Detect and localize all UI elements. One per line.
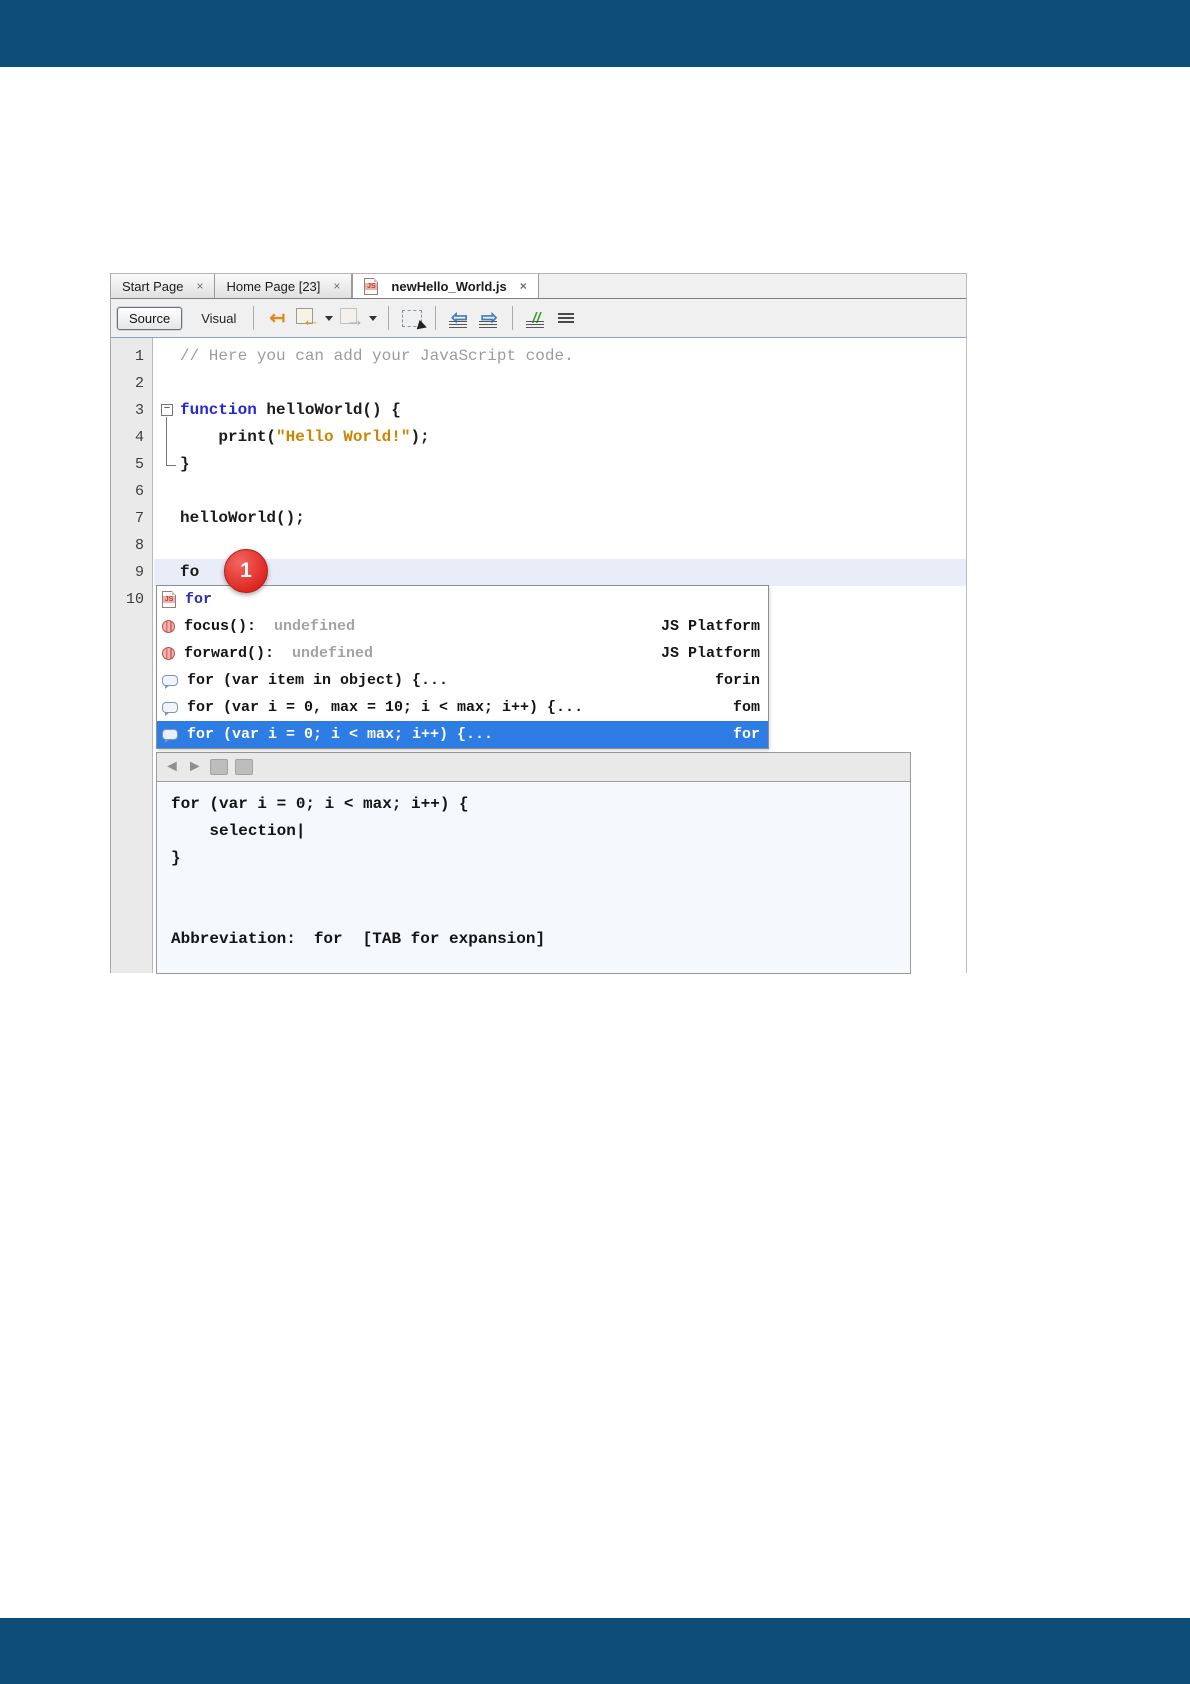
completion-origin: JS Platform [660,645,760,662]
doc-forward-icon[interactable]: ► [187,759,203,775]
fold-collapse-icon[interactable]: − [161,404,173,416]
page-top-banner [0,0,1190,67]
shift-line-left-icon[interactable]: ⇦ [445,305,473,331]
doc-goto-source-icon[interactable] [209,759,228,775]
code-line-7: helloWorld(); [180,509,305,527]
doc-panel-body: for (var i = 0; i < max; i++) { selectio… [157,782,910,953]
completion-item-forward[interactable]: forward(): undefined JS Platform [157,640,768,667]
toolbar-separator [435,306,437,330]
code-line-1: // Here you can add your JavaScript code… [180,347,574,365]
completion-abbrev: fom [732,699,760,716]
ide-editor-window: Start Page × Home Page [23] × newHello_W… [110,273,967,974]
completion-doc-panel: ◄ ► for (var i = 0; i < max; i++) { sele… [156,752,911,974]
code-template-icon [162,675,178,689]
global-variable-icon [162,620,175,633]
doc-code-line-2: selection| [209,822,306,840]
line-number-gutter[interactable]: 1 2 3 4 5 6 7 8 9 10 [111,338,153,973]
completion-item-forin-template[interactable]: for (var item in object) {... forin [157,667,768,694]
tab-home-page-label: Home Page [23] [226,278,321,294]
close-icon[interactable]: × [333,280,340,292]
step-annotation-badge: 1 [224,549,268,593]
navigate-forward-icon[interactable]: → [337,305,365,331]
line-number: 10 [125,591,144,608]
shift-line-right-icon[interactable]: ⇨ [475,305,503,331]
code-completion-popup: for focus():undefined JS Platform forwar… [156,585,769,749]
close-icon[interactable]: × [520,280,527,292]
doc-code-line-1: for (var i = 0; i < max; i++) { [171,795,469,813]
doc-panel-toolbar: ◄ ► [157,753,910,782]
code-line-5: } [180,455,190,473]
doc-external-browser-icon[interactable] [234,759,253,775]
uncomment-icon[interactable] [552,305,580,331]
global-variable-icon [162,647,175,660]
code-line-4: print("Hello World!"); [180,428,430,446]
js-file-icon [364,277,379,295]
code-line-3: function helloWorld() { [180,401,401,419]
doc-back-icon[interactable]: ◄ [164,759,180,775]
tab-newhello-world-js-label: newHello_World.js [391,278,507,294]
line-number: 5 [134,456,144,473]
line-number: 3 [134,402,144,419]
code-line-9-current: fo [154,559,966,586]
source-view-button[interactable]: Source [117,306,183,330]
toolbar-separator [388,306,390,330]
line-number: 9 [134,564,144,581]
doc-abbreviation-line: Abbreviation: for [TAB for expansion] [171,930,546,948]
code-template-icon [162,729,178,743]
tab-newhello-world-js[interactable]: newHello_World.js × [352,274,539,298]
fold-guide-line [166,417,176,466]
completion-item-fom-template[interactable]: for (var i = 0, max = 10; i < max; i++) … [157,694,768,721]
js-file-icon [162,591,176,608]
line-number: 4 [134,429,144,446]
completion-abbrev: for [732,726,760,743]
editor-toolbar: Source Visual ↤ ← → ⇦ ⇨ // [111,299,966,338]
doc-blank-line [171,899,910,926]
line-number: 8 [134,537,144,554]
visual-view-button[interactable]: Visual [192,308,245,329]
toolbar-separator [512,306,514,330]
completion-abbrev: forin [714,672,760,689]
rectangular-selection-icon[interactable] [398,305,426,331]
back-dropdown-caret-icon[interactable] [325,315,334,321]
navigate-back-icon[interactable]: ← [293,305,321,331]
line-number: 1 [134,348,144,365]
line-number: 2 [134,375,144,392]
toolbar-separator [253,306,255,330]
tab-start-page[interactable]: Start Page × [111,274,216,298]
tab-home-page[interactable]: Home Page [23] × [215,274,353,298]
jump-last-edit-icon[interactable]: ↤ [263,305,291,331]
page-bottom-banner [0,1618,1190,1684]
line-number: 6 [134,483,144,500]
tab-start-page-label: Start Page [122,278,184,294]
completion-origin: JS Platform [660,618,760,635]
close-icon[interactable]: × [196,280,203,292]
completion-item-focus[interactable]: focus(): undefined JS Platform [157,613,768,640]
doc-blank-line [171,872,910,899]
doc-code-line-3: } [171,849,181,867]
completion-item-for-template-selected[interactable]: for (var i = 0; i < max; i++) {... for [157,721,768,748]
toggle-comment-icon[interactable]: // [522,305,550,331]
line-number: 7 [134,510,144,527]
forward-dropdown-caret-icon[interactable] [369,315,378,321]
editor-tab-strip: Start Page × Home Page [23] × newHello_W… [111,273,966,299]
code-template-icon [162,702,178,716]
